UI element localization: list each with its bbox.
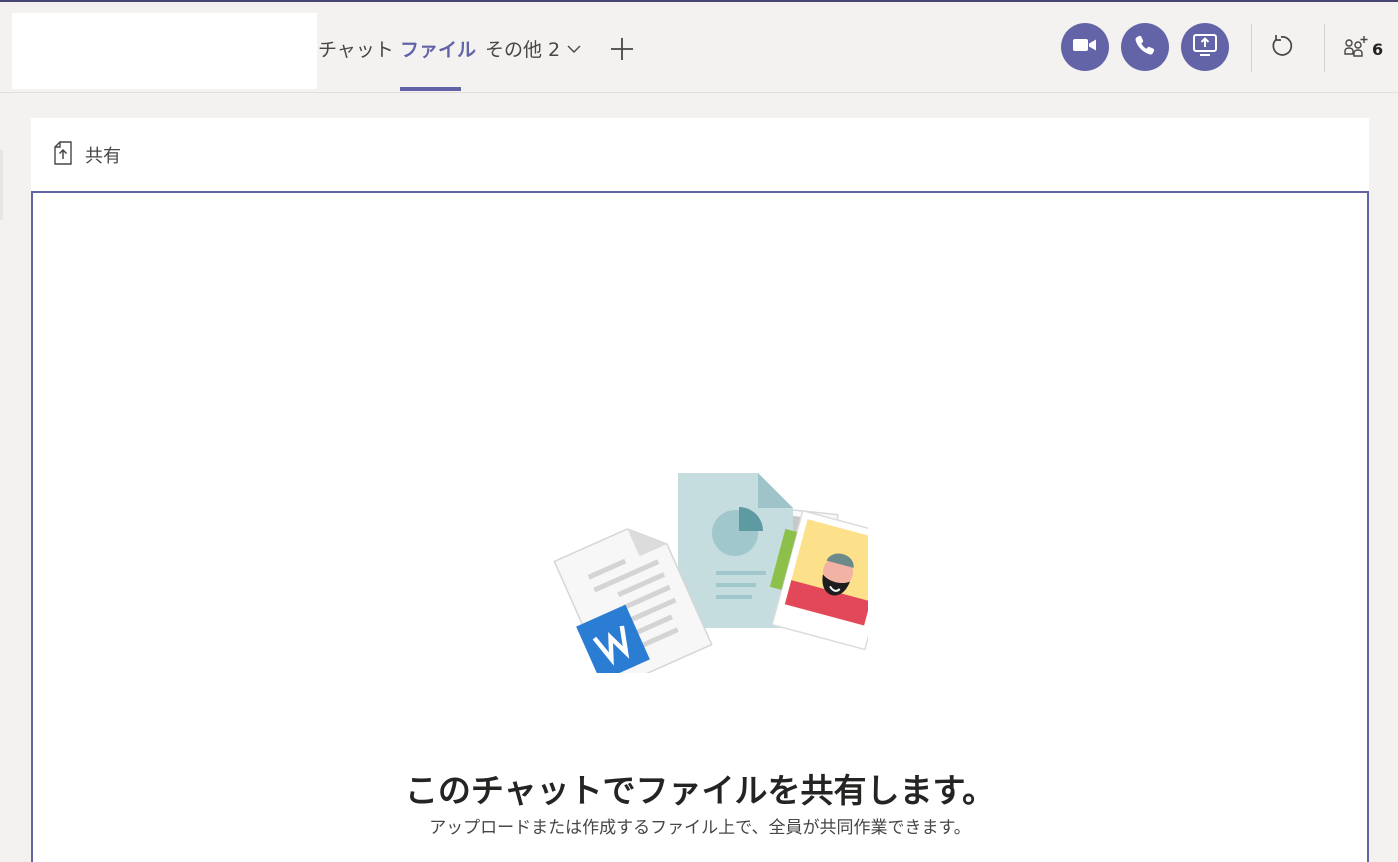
share-label: 共有	[85, 146, 121, 167]
files-toolbar: 共有	[31, 118, 1369, 191]
files-panel: 共有 このチャットでファイルを共有します。 アップロードまたは作成するファイル上…	[31, 118, 1369, 862]
empty-state-title: このチャットでファイルを共有します。	[404, 771, 996, 810]
tab-more-dropdown[interactable]: その他 2	[485, 35, 582, 62]
refresh-button[interactable]	[1266, 33, 1296, 63]
empty-state-subtitle: アップロードまたは作成するファイル上で、全員が共同作業できます。	[429, 818, 971, 838]
add-tab-plus-icon[interactable]	[608, 35, 636, 63]
participants-button[interactable]: 6	[1343, 36, 1383, 62]
chat-title-area[interactable]	[12, 13, 317, 89]
files-illustration	[538, 463, 897, 691]
file-upload-icon	[53, 140, 73, 171]
files-content-area: このチャットでファイルを共有します。 アップロードまたは作成するファイル上で、全…	[31, 191, 1369, 862]
screen-share-icon	[1192, 33, 1218, 61]
chart-document-icon	[678, 473, 793, 628]
tab-chat[interactable]: チャット	[318, 35, 394, 62]
participant-count: 6	[1372, 39, 1384, 59]
header-divider	[1324, 24, 1325, 72]
add-people-icon	[1343, 35, 1369, 63]
refresh-icon	[1268, 33, 1294, 63]
share-button[interactable]: 共有	[53, 140, 121, 171]
phone-icon	[1134, 34, 1156, 60]
left-edge-strip	[0, 150, 3, 220]
chevron-down-icon	[566, 41, 582, 57]
video-camera-icon	[1072, 36, 1098, 58]
tab-files[interactable]: ファイル	[400, 35, 476, 62]
screen-share-button[interactable]	[1181, 23, 1229, 71]
active-tab-indicator	[400, 87, 461, 91]
chat-header: チャット ファイル その他 2 6	[0, 2, 1398, 93]
header-divider	[1251, 24, 1252, 72]
tab-more-label: その他 2	[485, 39, 561, 61]
video-call-button[interactable]	[1061, 23, 1109, 71]
audio-call-button[interactable]	[1121, 23, 1169, 71]
